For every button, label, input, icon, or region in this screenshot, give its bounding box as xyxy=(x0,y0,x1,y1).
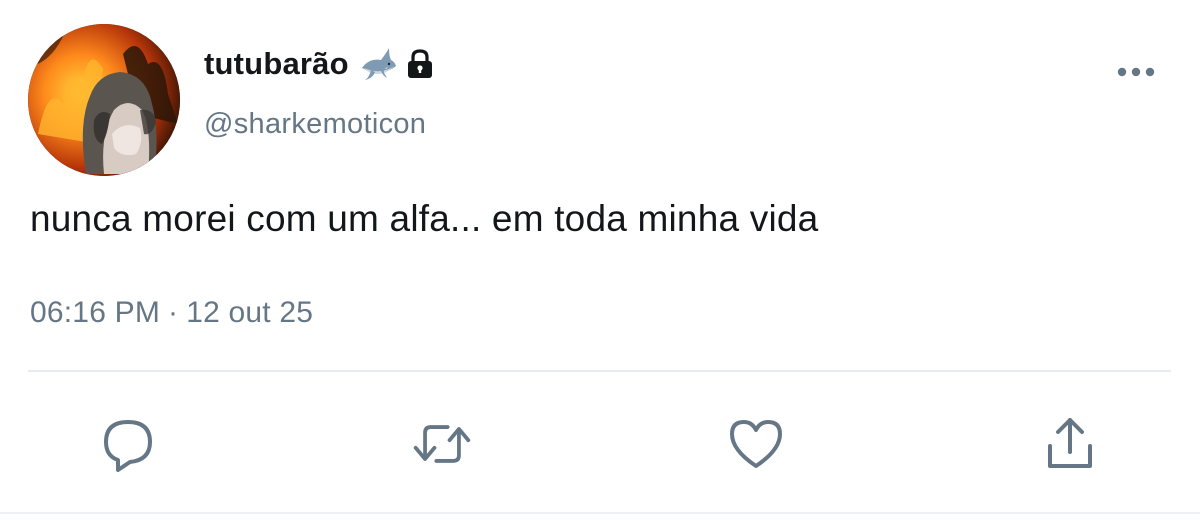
reply-button[interactable] xyxy=(96,412,160,476)
timestamp[interactable]: 06:16 PM · 12 out 25 xyxy=(30,296,313,330)
share-button[interactable] xyxy=(1038,412,1102,476)
like-icon xyxy=(730,420,782,468)
lock-icon xyxy=(405,48,435,80)
tweet-text: nunca morei com um alfa... em toda minha… xyxy=(30,198,819,239)
avatar[interactable] xyxy=(28,24,180,176)
more-options-button[interactable] xyxy=(1112,58,1160,86)
retweet-icon xyxy=(413,425,471,463)
share-icon xyxy=(1048,418,1092,468)
reply-icon xyxy=(104,420,152,472)
bottom-divider xyxy=(0,512,1200,514)
tweet-time: 06:16 PM xyxy=(30,296,161,329)
like-button[interactable] xyxy=(724,412,788,476)
divider xyxy=(28,370,1171,372)
shark-emoji-icon xyxy=(359,46,397,82)
timestamp-separator: · xyxy=(168,296,179,329)
tweet-date: 12 out 25 xyxy=(186,296,314,329)
display-name[interactable]: tutubarão xyxy=(204,46,349,82)
more-dots-icon xyxy=(1117,67,1155,77)
retweet-button[interactable] xyxy=(410,412,474,476)
tweet-card: tutubarão @sharkemoticon nunca morei com… xyxy=(0,0,1200,530)
display-name-row: tutubarão xyxy=(204,44,435,84)
author-handle[interactable]: @sharkemoticon xyxy=(204,108,426,141)
